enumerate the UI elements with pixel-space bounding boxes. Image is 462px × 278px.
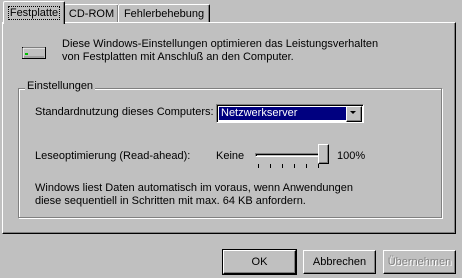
usage-label-text: Standardnutzung dieses Computers: (35, 106, 214, 118)
intro-line-2: von Festplatten mit Anschluß an den Comp… (62, 51, 294, 63)
cancel-button-label: Abbrechen (312, 256, 367, 268)
intro-line-1: Diese Windows-Einstellungen optimieren d… (62, 38, 379, 50)
readahead-slider-thumb[interactable] (318, 144, 329, 164)
slider-tick (318, 164, 319, 168)
slider-tick (270, 164, 271, 168)
apply-button-label: Übernehmen (387, 256, 452, 268)
apply-button[interactable]: Übernehmen (383, 250, 456, 274)
tab-cd-rom[interactable]: CD-ROM (64, 4, 119, 23)
tab-festplatte-label: Festplatte (7, 6, 61, 20)
readahead-min-label: Keine (216, 150, 245, 162)
slider-tick (258, 164, 259, 168)
slider-tick (282, 164, 283, 168)
settings-group-legend: Einstellungen (25, 80, 96, 92)
slider-tick (306, 164, 307, 168)
cancel-button[interactable]: Abbrechen (303, 250, 376, 274)
ok-button[interactable]: OK (222, 249, 297, 275)
readahead-info: Windows liest Daten automatisch im vorau… (35, 182, 353, 208)
tab-fehlerbehebung-label: Fehlerbehebung (123, 8, 205, 20)
hard-drive-icon (22, 47, 46, 59)
info-line-1: Windows liest Daten automatisch im vorau… (35, 182, 353, 194)
ok-button-label: OK (251, 256, 268, 268)
dropdown-arrow-icon[interactable] (346, 106, 362, 122)
tab-fehlerbehebung[interactable]: Fehlerbehebung (118, 4, 210, 23)
readahead-label: Leseoptimierung (Read-ahead): (35, 150, 191, 162)
info-line-2: diese sequentiell in Schritten mit max. … (35, 195, 306, 207)
tab-festplatte[interactable]: Festplatte (3, 1, 65, 24)
slider-tick (294, 164, 295, 168)
usage-label: Standardnutzung dieses Computers: (35, 106, 214, 118)
tab-cd-rom-label: CD-ROM (68, 8, 115, 20)
readahead-max-label: 100% (337, 150, 366, 162)
intro-text: Diese Windows-Einstellungen optimieren d… (62, 38, 378, 64)
usage-select-value: Netzwerkserver (219, 107, 346, 120)
usage-select[interactable]: Netzwerkserver (216, 104, 364, 123)
